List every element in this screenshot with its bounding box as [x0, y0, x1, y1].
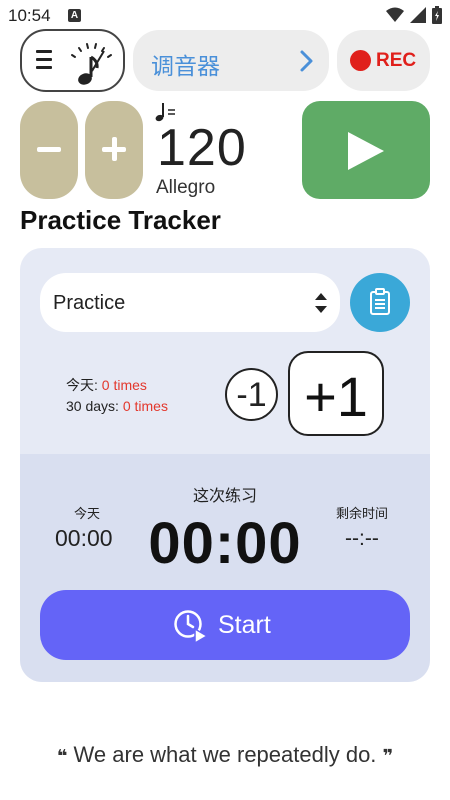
quote: ❝ We are what we repeatedly do. ❞	[40, 740, 410, 771]
chevron-right-icon	[300, 50, 313, 72]
hamburger-icon	[36, 50, 52, 72]
play-icon	[348, 132, 384, 170]
minus-icon	[37, 147, 61, 152]
today-count: 今天: 0 times	[66, 375, 147, 395]
play-button[interactable]	[302, 101, 430, 199]
timer-play-icon	[174, 610, 209, 643]
tempo-increase-button[interactable]	[85, 101, 143, 199]
open-quote-icon: ❝	[56, 746, 68, 766]
month-count: 30 days: 0 times	[66, 398, 168, 414]
status-time: 10:54	[8, 6, 51, 25]
increment-count-label: +1	[304, 365, 368, 428]
practice-select[interactable]: Practice	[40, 273, 340, 332]
practice-select-value: Practice	[53, 292, 126, 314]
metronome-icon	[71, 43, 112, 85]
start-button[interactable]: Start	[40, 590, 410, 660]
tempo-decrease-button[interactable]	[20, 101, 78, 199]
tempo-name: Allegro	[156, 177, 216, 198]
clipboard-icon	[370, 288, 390, 315]
menu-button[interactable]	[20, 29, 125, 92]
record-button[interactable]: REC	[337, 30, 430, 91]
remaining-time-label: 剩余时间	[336, 506, 389, 521]
decrement-count-label: -1	[236, 376, 267, 414]
app-notification-icon: A	[68, 9, 81, 22]
remaining-time-value: --:--	[345, 527, 379, 550]
practice-card: Practice 今天: 0 times 30 days: 0 times -1…	[20, 248, 430, 682]
increment-count-button[interactable]: +1	[288, 351, 384, 436]
tuner-label: 调音器	[151, 53, 220, 79]
today-count-value: 0 times	[101, 377, 147, 393]
close-quote-icon: ❞	[382, 746, 394, 766]
status-icons	[386, 6, 442, 24]
month-count-value: 0 times	[122, 398, 168, 414]
clipboard-button[interactable]	[350, 273, 410, 332]
record-dot-icon	[350, 50, 371, 71]
quote-text: We are what we repeatedly do.	[73, 742, 377, 767]
battery-icon	[432, 6, 442, 24]
today-count-label: 今天:	[66, 377, 102, 393]
tuner-button[interactable]: 调音器	[133, 30, 329, 91]
sort-arrows-icon	[315, 293, 327, 313]
section-title: Practice Tracker	[20, 205, 221, 235]
record-label: REC	[376, 50, 417, 71]
status-bar: 10:54 A	[0, 0, 450, 32]
decrement-count-button[interactable]: -1	[225, 368, 278, 421]
start-label: Start	[218, 611, 271, 639]
signal-icon	[410, 7, 426, 23]
month-count-label: 30 days:	[66, 398, 123, 414]
wifi-icon	[386, 7, 404, 22]
bpm-value[interactable]: 120	[157, 118, 247, 178]
